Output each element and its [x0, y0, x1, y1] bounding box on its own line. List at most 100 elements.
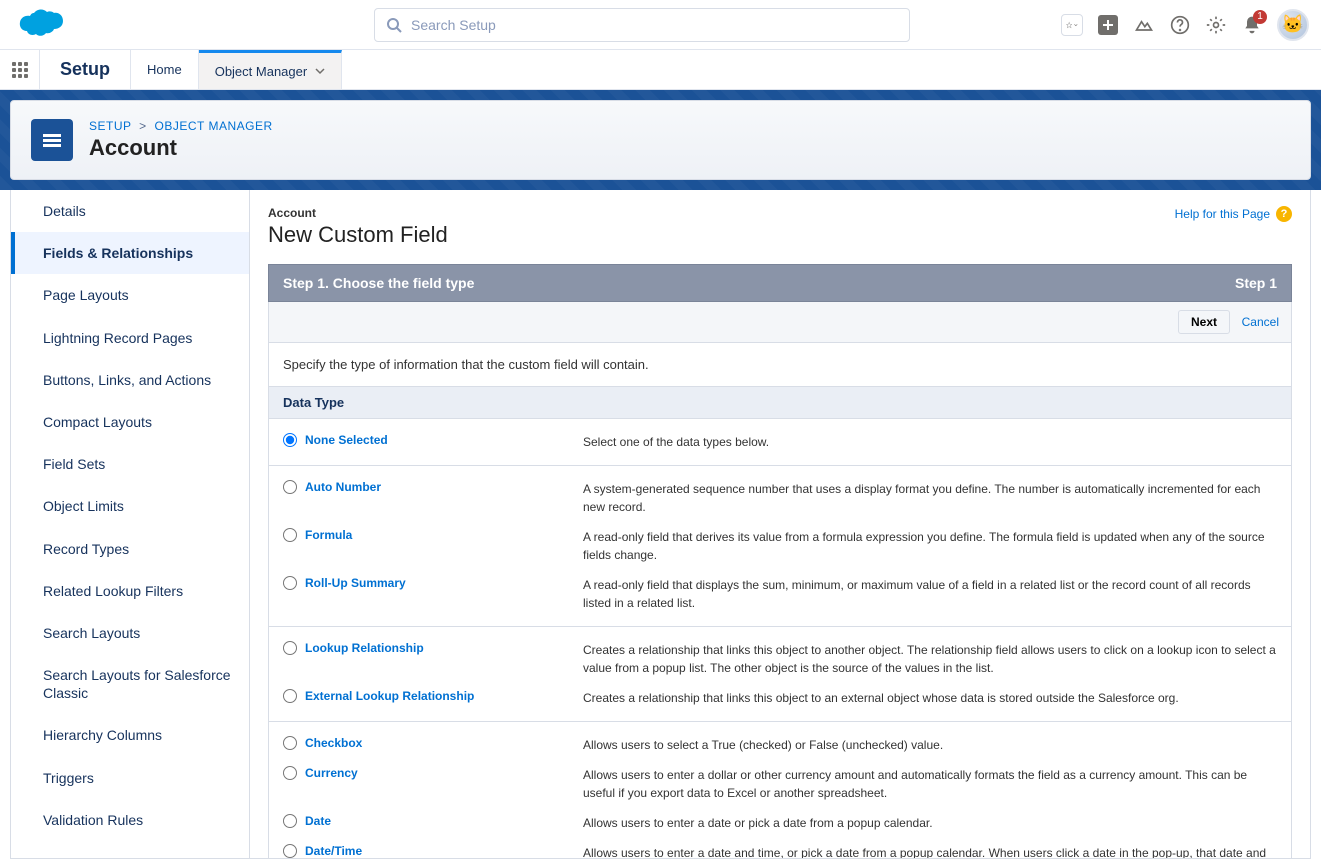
search-input[interactable]: [374, 8, 910, 42]
type-group: Auto Number A system-generated sequence n…: [268, 466, 1292, 627]
type-radio[interactable]: [283, 689, 297, 703]
type-row: Lookup Relationship Creates a relationshi…: [269, 635, 1291, 683]
type-description: A system-generated sequence number that …: [583, 480, 1277, 516]
sidebar-item[interactable]: Object Limits: [11, 485, 249, 527]
type-row: Checkbox Allows users to select a True (c…: [269, 730, 1291, 760]
setup-gear-icon[interactable]: [1205, 14, 1227, 36]
tab-home[interactable]: Home: [131, 50, 199, 89]
type-radio[interactable]: [283, 736, 297, 750]
step-indicator: Step 1: [1235, 275, 1277, 291]
chevron-down-icon: [315, 64, 325, 79]
type-label[interactable]: Date/Time: [305, 844, 362, 858]
type-label[interactable]: Date: [305, 814, 331, 828]
breadcrumb-setup-link[interactable]: SETUP: [89, 119, 131, 133]
breadcrumb-object-manager-link[interactable]: OBJECT MANAGER: [155, 119, 273, 133]
breadcrumb-card: SETUP > OBJECT MANAGER Account: [10, 100, 1311, 180]
header-icons: 1 🐱: [1061, 9, 1309, 41]
sidebar-item[interactable]: Validation Rules: [11, 799, 249, 841]
type-description: Creates a relationship that links this o…: [583, 689, 1277, 707]
type-description: Creates a relationship that links this o…: [583, 641, 1277, 677]
sidebar-item[interactable]: Record Types: [11, 528, 249, 570]
type-radio[interactable]: [283, 844, 297, 858]
type-label[interactable]: Currency: [305, 766, 358, 780]
main-content: Account New Custom Field Help for this P…: [250, 190, 1311, 859]
sidebar-item[interactable]: Search Layouts for Salesforce Classic: [11, 654, 249, 714]
help-link-label: Help for this Page: [1175, 207, 1270, 221]
help-question-icon: ?: [1276, 206, 1292, 222]
breadcrumb-text: SETUP > OBJECT MANAGER Account: [89, 119, 273, 161]
type-description: Allows users to enter a date or pick a d…: [583, 814, 1277, 832]
type-group: Lookup Relationship Creates a relationshi…: [268, 627, 1292, 722]
type-label[interactable]: Checkbox: [305, 736, 362, 750]
type-label[interactable]: Auto Number: [305, 480, 381, 494]
sidebar-item[interactable]: Compact Layouts: [11, 401, 249, 443]
type-row: Roll-Up SummaryA read-only field that di…: [269, 570, 1291, 618]
type-description: Allows users to enter a dollar or other …: [583, 766, 1277, 802]
sidebar-item[interactable]: Hierarchy Columns: [11, 714, 249, 756]
context-band: SETUP > OBJECT MANAGER Account: [0, 90, 1321, 190]
search-icon: [386, 17, 402, 33]
type-row: None Selected Select one of the data type…: [269, 427, 1291, 457]
sidebar-item[interactable]: Page Layouts: [11, 274, 249, 316]
user-avatar[interactable]: 🐱: [1277, 9, 1309, 41]
help-link[interactable]: Help for this Page ?: [1175, 206, 1292, 222]
cancel-link[interactable]: Cancel: [1242, 315, 1279, 329]
body: DetailsFields & RelationshipsPage Layout…: [10, 190, 1311, 859]
sidebar-item[interactable]: Lightning Record Pages: [11, 317, 249, 359]
object-icon: [31, 119, 73, 161]
type-radio[interactable]: [283, 528, 297, 542]
sidebar-item[interactable]: Search Layouts: [11, 612, 249, 654]
sidebar-item[interactable]: Field Sets: [11, 443, 249, 485]
instruction-text: Specify the type of information that the…: [268, 343, 1292, 387]
type-radio[interactable]: [283, 480, 297, 494]
type-description: Allows users to enter a date and time, o…: [583, 844, 1277, 859]
favorites-button[interactable]: [1061, 14, 1083, 36]
notifications-icon[interactable]: 1: [1241, 14, 1263, 36]
actions-bar: Next Cancel: [268, 302, 1292, 343]
help-icon[interactable]: [1169, 14, 1191, 36]
type-radio[interactable]: [283, 766, 297, 780]
trailhead-icon[interactable]: [1133, 14, 1155, 36]
type-row: Date/Time Allows users to enter a date an…: [269, 838, 1291, 859]
app-name: Setup: [40, 50, 131, 89]
type-description: Allows users to select a True (checked) …: [583, 736, 1277, 754]
type-radio[interactable]: [283, 576, 297, 590]
main-title: New Custom Field: [268, 222, 448, 248]
page-title: Account: [89, 135, 273, 161]
type-radio[interactable]: [283, 641, 297, 655]
nav-bar: Setup Home Object Manager: [0, 50, 1321, 90]
type-row: Date Allows users to enter a date or pick…: [269, 808, 1291, 838]
app-launcher-icon[interactable]: [0, 50, 40, 89]
sidebar-item[interactable]: Buttons, Links, and Actions: [11, 359, 249, 401]
type-label[interactable]: External Lookup Relationship: [305, 689, 474, 703]
salesforce-logo: [12, 7, 64, 43]
type-label[interactable]: Formula: [305, 528, 352, 542]
object-label: Account: [268, 206, 448, 220]
sidebar-item[interactable]: Related Lookup Filters: [11, 570, 249, 612]
type-groups: None Selected Select one of the data type…: [268, 419, 1292, 859]
next-button[interactable]: Next: [1178, 310, 1230, 334]
type-label[interactable]: Lookup Relationship: [305, 641, 424, 655]
type-description: Select one of the data types below.: [583, 433, 1277, 451]
sidebar-item[interactable]: Details: [11, 190, 249, 232]
type-label[interactable]: Roll-Up Summary: [305, 576, 406, 590]
global-search: [374, 8, 910, 42]
tab-home-label: Home: [147, 62, 182, 77]
type-label[interactable]: None Selected: [305, 433, 388, 447]
type-radio[interactable]: [283, 433, 297, 447]
type-group: None Selected Select one of the data type…: [268, 419, 1292, 466]
step-title: Step 1. Choose the field type: [283, 275, 474, 291]
sidebar-item[interactable]: Fields & Relationships: [11, 232, 249, 274]
sidebar: DetailsFields & RelationshipsPage Layout…: [10, 190, 250, 859]
notification-badge: 1: [1253, 10, 1267, 24]
type-radio[interactable]: [283, 814, 297, 828]
type-description: A read-only field that derives its value…: [583, 528, 1277, 564]
tab-object-manager[interactable]: Object Manager: [199, 50, 343, 89]
sidebar-item[interactable]: Triggers: [11, 757, 249, 799]
breadcrumb: SETUP > OBJECT MANAGER: [89, 119, 273, 133]
add-button[interactable]: [1097, 14, 1119, 36]
data-type-header: Data Type: [268, 387, 1292, 419]
tab-object-manager-label: Object Manager: [215, 64, 308, 79]
type-row: External Lookup Relationship Creates a re…: [269, 683, 1291, 713]
type-row: Formula A read-only field that derives it…: [269, 522, 1291, 570]
